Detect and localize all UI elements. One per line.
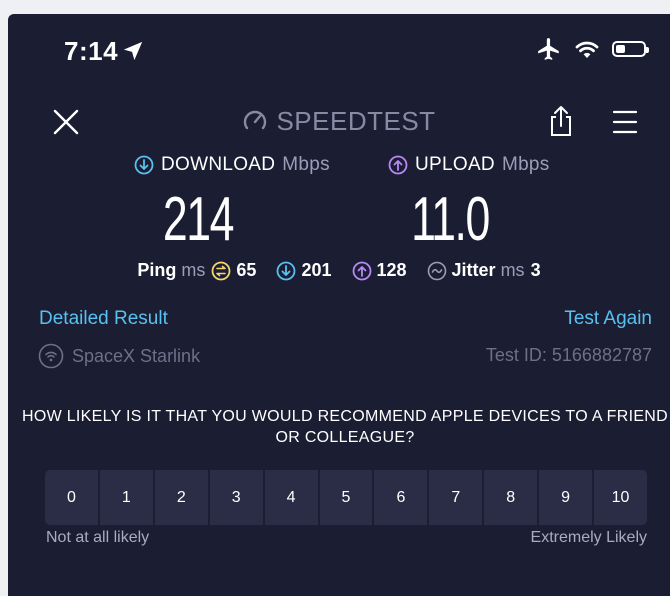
scale-high-label: Extremely Likely xyxy=(530,529,647,546)
speedtest-screen: 7:14 SPEEDTEST DOWNLOAD Mbps UPLOAD Mbps… xyxy=(8,14,670,596)
airplane-icon xyxy=(538,38,559,60)
ping-label: Ping xyxy=(137,260,177,280)
jitter-unit: ms xyxy=(500,260,525,280)
rating-option-4[interactable]: 4 xyxy=(265,470,320,525)
download-arrow-icon xyxy=(134,155,154,175)
rating-option-0[interactable]: 0 xyxy=(45,470,100,525)
detailed-result-link[interactable]: Detailed Result xyxy=(39,308,168,330)
survey-question: HOW LIKELY IS IT THAT YOU WOULD RECOMMEN… xyxy=(21,408,669,446)
upload-value: 11.0 xyxy=(411,185,490,254)
rating-option-5[interactable]: 5 xyxy=(320,470,375,525)
share-icon[interactable] xyxy=(546,104,576,138)
download-ping-icon xyxy=(277,261,296,280)
rating-option-1[interactable]: 1 xyxy=(100,470,155,525)
status-time-text: 7:14 xyxy=(64,36,119,66)
download-unit: Mbps xyxy=(282,154,330,175)
jitter-label: Jitter xyxy=(451,260,496,280)
download-label-text: DOWNLOAD xyxy=(161,154,276,175)
menu-icon[interactable] xyxy=(612,110,638,134)
jitter-icon xyxy=(427,261,446,280)
test-again-link[interactable]: Test Again xyxy=(564,308,652,330)
rating-option-7[interactable]: 7 xyxy=(429,470,485,525)
ping-upload-value: 128 xyxy=(376,260,407,280)
status-icons xyxy=(536,36,649,62)
rating-option-9[interactable]: 9 xyxy=(539,470,595,525)
wifi-circle-icon xyxy=(38,343,64,369)
brand-text: SPEEDTEST xyxy=(276,106,436,136)
download-label: DOWNLOAD Mbps xyxy=(134,154,330,176)
location-arrow-icon xyxy=(123,41,143,61)
rating-option-2[interactable]: 2 xyxy=(155,470,210,525)
jitter-value: 3 xyxy=(530,260,541,280)
rating-option-3[interactable]: 3 xyxy=(210,470,265,525)
upload-label-text: UPLOAD xyxy=(415,154,495,175)
upload-arrow-icon xyxy=(388,155,408,175)
status-time: 7:14 xyxy=(64,36,144,67)
isp-info: SpaceX Starlink xyxy=(38,343,200,369)
download-value: 214 xyxy=(162,185,235,254)
gauge-icon xyxy=(244,110,267,130)
ping-row: Ping ms 65 201 128 Jitter ms 3 xyxy=(8,260,670,281)
upload-ping-icon xyxy=(352,261,371,280)
rating-scale: 0 1 2 3 4 5 6 7 8 9 10 xyxy=(45,470,647,525)
ping-unit: ms xyxy=(181,260,206,280)
isp-name: SpaceX Starlink xyxy=(72,345,201,366)
rating-option-10[interactable]: 10 xyxy=(594,470,647,525)
upload-unit: Mbps xyxy=(501,154,550,175)
test-id: Test ID: 5166882787 xyxy=(485,345,652,365)
wifi-icon xyxy=(575,41,599,58)
ping-idle-value: 65 xyxy=(236,260,257,280)
idle-ping-icon xyxy=(212,261,231,280)
scale-low-label: Not at all likely xyxy=(46,529,150,546)
battery-icon xyxy=(612,41,649,57)
rating-option-8[interactable]: 8 xyxy=(484,470,540,525)
upload-label: UPLOAD Mbps xyxy=(388,154,550,176)
ping-download-value: 201 xyxy=(301,260,332,280)
rating-option-6[interactable]: 6 xyxy=(374,470,430,525)
